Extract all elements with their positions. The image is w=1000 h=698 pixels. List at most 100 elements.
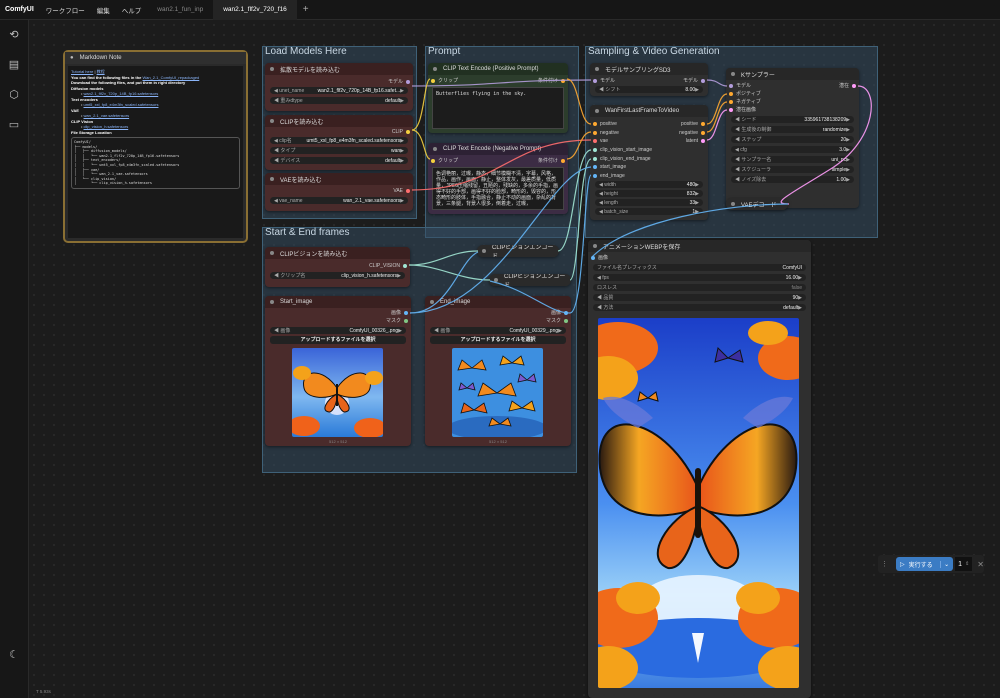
input-slot[interactable]: [431, 158, 435, 163]
clip-name-widget[interactable]: ◀ clip名 umt5_xxl_fp8_e4m3fn_scaled.safete…: [270, 137, 408, 144]
denoise-widget[interactable]: ◀ ノイズ除去 1.00 ▶: [731, 176, 854, 183]
negative-prompt-node[interactable]: CLIP Text Encode (Negative Prompt) クリップ …: [428, 143, 568, 214]
negative-prompt-textarea[interactable]: 色调艳丽，过曝，静态，细节模糊不清，字幕，风格，作品，画作，画面，静止，整体发灰…: [432, 167, 564, 210]
clip-vision-encode-end-node[interactable]: CLIPビジョンエンコード: [489, 274, 571, 286]
input-clip[interactable]: クリップ: [428, 77, 458, 84]
cfg-widget[interactable]: ◀ cfg 3.0 ▶: [731, 146, 854, 153]
collapse-dot-icon[interactable]: [482, 249, 486, 253]
load-clip-vision-node[interactable]: CLIPビジョンを読み込む CLIP_VISION ◀ クリップ名 clip_vi…: [265, 247, 410, 287]
fps-widget[interactable]: ◀ fps 16.00 ▶: [593, 274, 806, 281]
chevron-down-icon[interactable]: ⌄: [940, 560, 949, 568]
collapse-dot-icon[interactable]: [270, 251, 274, 255]
diffusion-file-link[interactable]: wan2.1_flf2v_720p_14B_fp16.safetensors: [84, 91, 159, 96]
output-slot[interactable]: [406, 79, 410, 84]
clip-vision-name-widget[interactable]: ◀ クリップ名 clip_vision_h.safetensors ▶: [270, 272, 405, 279]
input-model[interactable]: モデル: [726, 82, 751, 89]
input-slot[interactable]: [591, 255, 595, 260]
batch-size-widget[interactable]: ◀ batch_size 1 ▶: [595, 208, 703, 215]
start-image-node[interactable]: Start_image 画像 マスク ◀ 画像 ComfyUI_00326_.pn…: [265, 296, 411, 446]
input-slot[interactable]: [593, 121, 597, 126]
theme-toggle-icon[interactable]: ☾: [7, 648, 21, 662]
output-slot[interactable]: [404, 318, 408, 323]
text-encoder-file-link[interactable]: umt5_xxl_fp8_e4m3fn_scaled.safetensors: [84, 102, 159, 107]
seed-widget[interactable]: ◀ シード 335961738138209 ▶: [731, 116, 854, 123]
collapse-dot-icon[interactable]: [595, 109, 599, 113]
output-slot[interactable]: [403, 263, 407, 268]
control-after-generate-widget[interactable]: ◀ 生成後の制御 randomize ▶: [731, 126, 854, 133]
input-clip[interactable]: クリップ: [428, 157, 458, 164]
menu-help[interactable]: ヘルプ: [116, 5, 148, 15]
vae-decode-node[interactable]: VAEデコード: [726, 198, 788, 210]
output-slot[interactable]: [701, 138, 705, 143]
image-file-widget[interactable]: ◀ 画像 ComfyUI_00329_.png ▶: [430, 327, 566, 334]
output-slot[interactable]: [561, 158, 565, 163]
output-mask[interactable]: マスク: [386, 317, 411, 324]
output-model[interactable]: モデル: [388, 78, 413, 85]
output-slot[interactable]: [561, 78, 565, 83]
tab-wan-flf2v[interactable]: wan2.1_flf2v_720_f16: [213, 0, 297, 20]
input-slot[interactable]: [593, 164, 597, 169]
save-animated-webp-node[interactable]: アニメーションWEBPを保存 画像 ファイル名プレフィックス ComfyUI ◀ …: [588, 240, 811, 698]
wan-first-last-frame-node[interactable]: WanFirstLastFrameToVideo positive negati…: [590, 105, 708, 220]
menu-workflow[interactable]: ワークフロー: [40, 5, 91, 15]
output-conditioning[interactable]: 条件付け: [538, 77, 568, 84]
tab-wan-fun-inp[interactable]: wan2.1_fun_inp: [147, 0, 213, 20]
clip-vision-file-link[interactable]: clip_vision_h.safetensors: [84, 124, 129, 129]
clip-vision-encode-start-node[interactable]: CLIPビジョンエンコード: [477, 245, 559, 257]
input-latent[interactable]: 潜在画像: [726, 106, 756, 113]
drag-handle-icon[interactable]: ⋮: [881, 560, 888, 568]
output-model[interactable]: モデル: [683, 77, 708, 84]
output-slot[interactable]: [564, 318, 568, 323]
output-positive[interactable]: positive: [681, 120, 708, 127]
close-icon[interactable]: ✕: [977, 560, 984, 569]
upload-button[interactable]: アップロードするファイルを選択: [430, 336, 566, 344]
output-latent[interactable]: latent: [686, 137, 708, 144]
tutorial-link[interactable]: Tutorial here: [71, 69, 93, 74]
collapse-dot-icon[interactable]: [731, 202, 735, 206]
input-end-image[interactable]: end_image: [590, 172, 625, 179]
input-positive[interactable]: ポジティブ: [726, 90, 761, 97]
input-slot[interactable]: [729, 107, 733, 112]
weight-dtype-widget[interactable]: ◀ 重みdtype default ▶: [270, 97, 408, 104]
collapse-dot-icon[interactable]: [494, 278, 498, 282]
output-conditioning[interactable]: 条件付け: [538, 157, 568, 164]
output-vae[interactable]: VAE: [393, 187, 413, 194]
output-image[interactable]: 画像: [391, 309, 411, 316]
repackaged-link[interactable]: Wan_2.1_ComfyUI_repackaged: [143, 75, 200, 80]
lossless-toggle[interactable]: ロスレス false: [593, 284, 806, 291]
markdown-note-node[interactable]: ● Markdown Note Tutorial here | 教程 You ca…: [63, 50, 248, 243]
comfyui-logo[interactable]: ComfyUI: [0, 6, 40, 13]
scheduler-widget[interactable]: ◀ スケジューラ simple ▶: [731, 166, 854, 173]
end-image-node[interactable]: End_image 画像 マスク ◀ 画像 ComfyUI_00329_.png …: [425, 296, 571, 446]
menu-edit[interactable]: 編集: [91, 5, 116, 15]
collapse-dot-icon[interactable]: [593, 244, 597, 248]
height-widget[interactable]: ◀ height 832 ▶: [595, 190, 703, 197]
model-sampling-sd3-node[interactable]: モデルサンプリングSD3 モデル モデル ◀ シフト 8.00 ▶: [590, 63, 708, 96]
quality-widget[interactable]: ◀ 品質 90 ▶: [593, 294, 806, 301]
upload-button[interactable]: アップロードするファイルを選択: [270, 336, 406, 344]
input-slot[interactable]: [593, 138, 597, 143]
input-slot[interactable]: [431, 78, 435, 83]
load-clip-node[interactable]: CLIPを読み込む CLIP ◀ clip名 umt5_xxl_fp8_e4m3f…: [265, 115, 413, 170]
collapse-dot-icon[interactable]: ●: [70, 55, 74, 61]
stepper-icon[interactable]: ⇕: [965, 561, 969, 567]
queue-icon[interactable]: ▤: [7, 58, 21, 72]
input-slot[interactable]: [593, 156, 597, 161]
collapse-dot-icon[interactable]: [270, 177, 274, 181]
positive-prompt-textarea[interactable]: Butterflies flying in the sky.: [432, 87, 564, 129]
collapse-dot-icon[interactable]: [433, 67, 437, 71]
input-slot[interactable]: [593, 147, 597, 152]
collapse-dot-icon[interactable]: [433, 147, 437, 151]
input-slot[interactable]: [593, 173, 597, 178]
unet-name-widget[interactable]: ◀ unet_name wan2.1_flf2v_720p_14B_fp16.sa…: [270, 87, 408, 94]
input-slot[interactable]: [593, 130, 597, 135]
input-positive[interactable]: positive: [590, 120, 617, 127]
input-vae[interactable]: vae: [590, 137, 608, 144]
input-images[interactable]: 画像: [588, 254, 608, 261]
clip-type-widget[interactable]: ◀ タイプ wan ▶: [270, 147, 408, 154]
length-widget[interactable]: ◀ length 33 ▶: [595, 199, 703, 206]
vae-name-widget[interactable]: ◀ vae_name wan_2.1_vae.safetensors ▶: [270, 197, 408, 204]
input-clip-vision-start[interactable]: clip_vision_start_image: [590, 146, 652, 153]
load-vae-node[interactable]: VAEを読み込む VAE ◀ vae_name wan_2.1_vae.safet…: [265, 173, 413, 211]
positive-prompt-node[interactable]: CLIP Text Encode (Positive Prompt) クリップ …: [428, 63, 568, 133]
